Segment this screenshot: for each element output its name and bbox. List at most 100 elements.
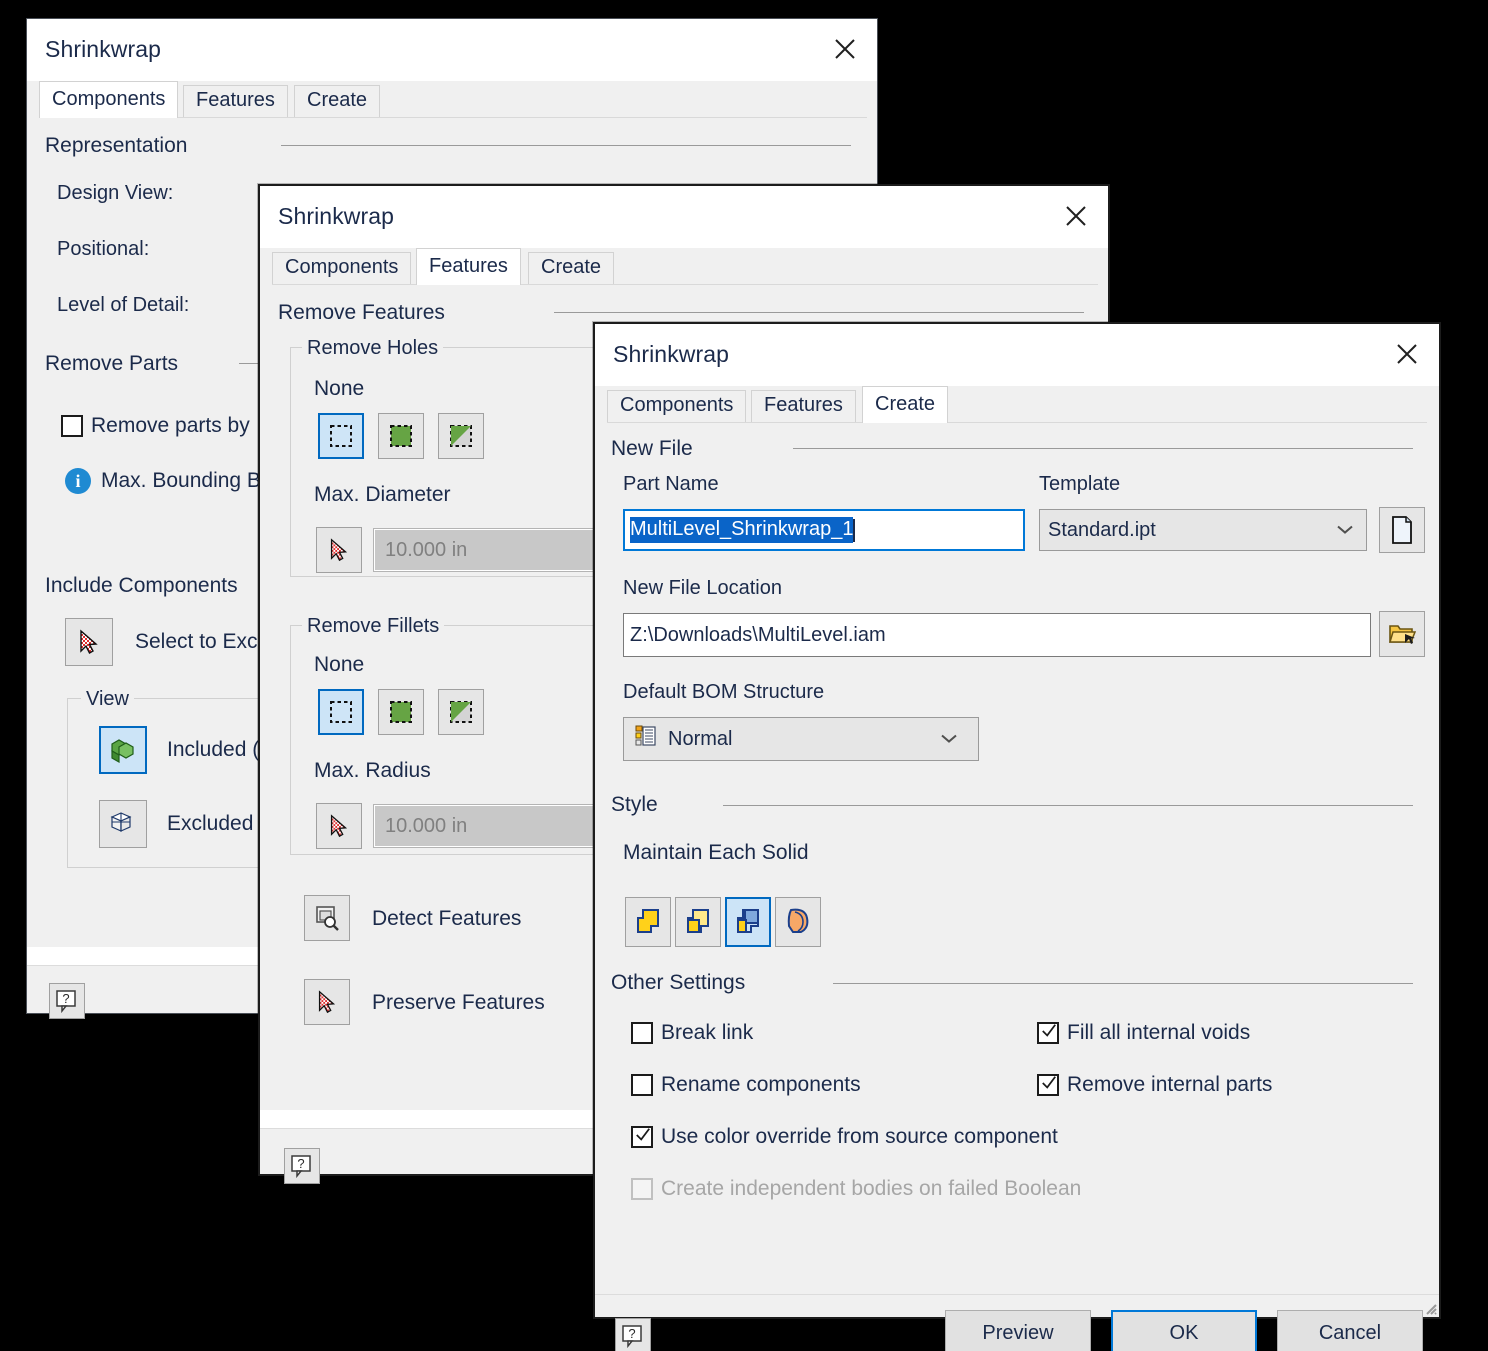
select-to-exclude-button[interactable]	[65, 618, 113, 666]
detect-features-button[interactable]	[304, 895, 350, 941]
tab-label: Create	[307, 89, 368, 111]
max-radius-label: Max. Radius	[314, 759, 431, 782]
dialog-body-create: Components Features Create New File Part…	[595, 386, 1439, 1351]
design-view-label: Design View:	[57, 182, 174, 204]
style-option-maintain-each-solid[interactable]	[725, 897, 771, 947]
close-icon[interactable]	[823, 29, 867, 69]
tab-components[interactable]: Components	[607, 390, 747, 422]
representation-separator	[281, 145, 851, 146]
view-excluded-button[interactable]	[99, 800, 147, 848]
tab-create[interactable]: Create	[862, 386, 949, 423]
template-browse-button[interactable]	[1379, 507, 1425, 553]
checkbox-label: Remove internal parts	[1067, 1073, 1273, 1096]
none-dashed-icon	[330, 701, 352, 723]
tab-label: Features	[764, 394, 843, 416]
tab-label: Components	[52, 88, 166, 110]
bom-structure-combo[interactable]: Normal	[623, 717, 979, 761]
check-icon	[1042, 1024, 1056, 1037]
checkbox-box	[631, 1126, 653, 1148]
open-folder-icon	[1388, 625, 1416, 644]
max-radius-picker-button[interactable]	[316, 803, 362, 849]
partial-diagonal-icon	[450, 701, 472, 723]
other-settings-group-label: Other Settings	[611, 971, 746, 994]
template-label: Template	[1039, 473, 1121, 495]
tab-create[interactable]: Create	[528, 252, 615, 284]
new-file-location-value: Z:\Downloads\MultiLevel.iam	[630, 623, 886, 646]
style-separator	[723, 805, 1413, 806]
checkbox-break-link[interactable]: Break link	[631, 1021, 753, 1045]
dialog-title: Shrinkwrap	[45, 36, 162, 62]
chevron-down-icon	[940, 728, 958, 751]
checkbox-rename-components[interactable]: Rename components	[631, 1073, 861, 1097]
single-surface-icon	[787, 908, 809, 933]
checkbox-remove-internal-parts[interactable]: Remove internal parts	[1037, 1073, 1272, 1097]
preview-button[interactable]: Preview	[945, 1310, 1091, 1351]
resize-grip[interactable]	[1421, 1299, 1437, 1315]
remove-features-separator	[554, 312, 1084, 313]
remove-fillets-mode-none[interactable]	[318, 689, 364, 735]
tabstrip-create: Components Features Create	[607, 386, 1439, 423]
template-value: Standard.ipt	[1048, 518, 1156, 541]
tab-features[interactable]: Features	[416, 248, 521, 285]
arrow-select-icon	[330, 814, 348, 838]
style-option-merge-solids[interactable]	[675, 897, 721, 947]
view-included-button[interactable]	[99, 726, 147, 774]
tab-features[interactable]: Features	[751, 390, 856, 422]
excluded-parts-icon	[110, 812, 132, 832]
merge-solids-icon	[687, 909, 709, 933]
close-icon[interactable]	[1054, 196, 1098, 236]
dialog-title: Shrinkwrap	[613, 341, 730, 367]
remove-fillets-mode-all[interactable]	[378, 689, 424, 735]
checkbox-fill-all-internal-voids[interactable]: Fill all internal voids	[1037, 1021, 1250, 1045]
style-option-single-solid[interactable]	[625, 897, 671, 947]
preview-label: Preview	[982, 1321, 1054, 1344]
tabpanel-create: New File Part Name MultiLevel_Shrinkwrap…	[607, 422, 1427, 1294]
checkbox-box	[631, 1074, 653, 1096]
tab-components[interactable]: Components	[272, 252, 412, 284]
location-browse-button[interactable]	[1379, 611, 1425, 657]
tab-components[interactable]: Components	[39, 81, 179, 118]
screen-root: Shrinkwrap Components Features Create Re…	[0, 0, 1488, 1351]
help-icon: ?	[622, 1325, 642, 1348]
preserve-features-button[interactable]	[304, 979, 350, 1025]
style-option-single-surface[interactable]	[775, 897, 821, 947]
check-icon	[1042, 1076, 1056, 1089]
new-file-location-label: New File Location	[623, 577, 782, 599]
remove-parts-by-checkbox[interactable]: Remove parts by	[61, 414, 250, 438]
tab-features[interactable]: Features	[183, 85, 288, 117]
arrow-select-icon	[318, 990, 336, 1014]
help-button[interactable]: ?	[615, 1318, 651, 1351]
all-filled-icon	[390, 425, 412, 447]
svg-text:?: ?	[62, 991, 69, 1006]
remove-holes-mode-label: None	[314, 377, 365, 400]
new-file-location-input[interactable]: Z:\Downloads\MultiLevel.iam	[623, 613, 1371, 657]
chevron-down-icon	[1336, 519, 1354, 542]
shrinkwrap-dialog-create[interactable]: Shrinkwrap Components Features Create Ne…	[593, 322, 1441, 1351]
part-name-input[interactable]: MultiLevel_Shrinkwrap_1	[623, 509, 1025, 551]
tab-label: Create	[541, 256, 602, 278]
titlebar-features: Shrinkwrap	[260, 186, 1108, 248]
checkbox-use-color-override[interactable]: Use color override from source component	[631, 1125, 1058, 1149]
help-button[interactable]: ?	[49, 983, 85, 1019]
cancel-button[interactable]: Cancel	[1277, 1310, 1423, 1351]
remove-holes-mode-none[interactable]	[318, 413, 364, 459]
tab-create[interactable]: Create	[294, 85, 381, 117]
style-group-label: Style	[611, 793, 658, 816]
bom-structure-label: Default BOM Structure	[623, 681, 825, 703]
detect-features-icon	[316, 906, 339, 931]
checkbox-label: Remove parts by	[91, 414, 250, 437]
max-diameter-picker-button[interactable]	[316, 527, 362, 573]
part-name-value: MultiLevel_Shrinkwrap_1	[630, 517, 854, 543]
checkbox-label: Fill all internal voids	[1067, 1021, 1251, 1044]
close-icon[interactable]	[1385, 334, 1429, 374]
tab-label: Features	[429, 255, 508, 277]
template-combo[interactable]: Standard.ipt	[1039, 509, 1367, 551]
new-file-group-label: New File	[611, 437, 693, 460]
remove-fillets-mode-partial[interactable]	[438, 689, 484, 735]
single-solid-icon	[637, 909, 659, 933]
remove-holes-mode-partial[interactable]	[438, 413, 484, 459]
ok-button[interactable]: OK	[1111, 1310, 1257, 1351]
checkbox-label: Break link	[661, 1021, 754, 1044]
help-button[interactable]: ?	[284, 1148, 320, 1184]
remove-holes-mode-all[interactable]	[378, 413, 424, 459]
